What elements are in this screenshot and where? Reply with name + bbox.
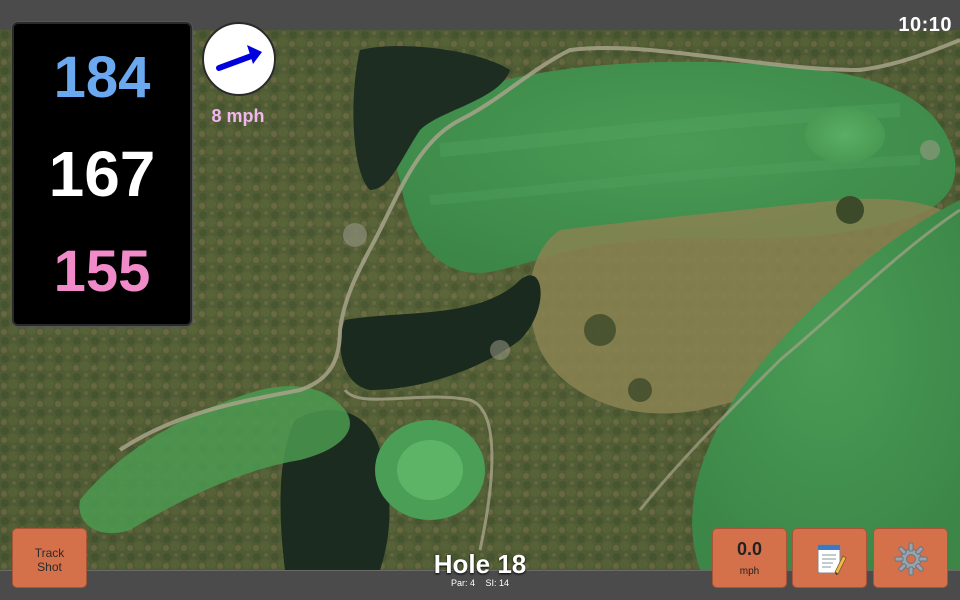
distance-panel: 184 167 155 bbox=[12, 22, 192, 326]
track-shot-label-2: Shot bbox=[37, 560, 62, 574]
wind-indicator bbox=[202, 22, 276, 96]
stroke-index-label: SI: 14 bbox=[485, 578, 510, 588]
distance-front: 155 bbox=[53, 239, 151, 304]
golf-gps-screen: 10:10 184 167 155 8 mph Track Shot Hole … bbox=[0, 0, 960, 600]
speed-unit: mph bbox=[739, 566, 760, 577]
wind-arrow-icon bbox=[216, 45, 262, 71]
gear-icon bbox=[894, 542, 928, 576]
par-label: Par: 4 bbox=[450, 578, 475, 588]
clock: 10:10 bbox=[898, 14, 952, 36]
distance-back: 184 bbox=[53, 45, 151, 110]
distance-middle: 167 bbox=[48, 138, 156, 210]
track-shot-button[interactable]: Track Shot bbox=[12, 528, 87, 588]
speed-value: 0.0 bbox=[736, 539, 763, 559]
settings-button[interactable] bbox=[873, 528, 948, 588]
track-shot-label-1: Track bbox=[34, 546, 65, 560]
speed-button[interactable]: 0.0 mph bbox=[712, 528, 787, 588]
hole-meta: Par: 4 SI: 14 bbox=[380, 578, 580, 588]
notepad-icon bbox=[817, 544, 847, 575]
hole-title: Hole 18 bbox=[433, 549, 527, 579]
wind-speed-label: 8 mph bbox=[211, 106, 265, 126]
notes-button[interactable] bbox=[792, 528, 867, 588]
